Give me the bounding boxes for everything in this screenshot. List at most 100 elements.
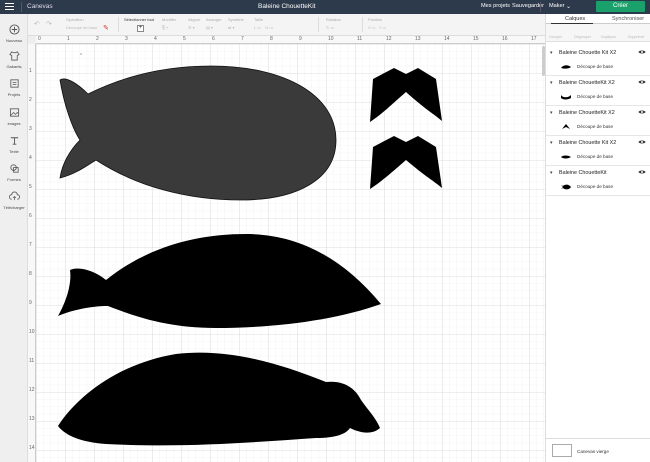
sidebar-item-text[interactable]: Texte [0, 135, 28, 154]
divider [118, 17, 119, 32]
marker-dot [80, 53, 82, 55]
sidebar-item-upload[interactable]: Télécharger [0, 191, 28, 210]
layer-thumbnail [561, 184, 571, 190]
sidebar-item-templates[interactable]: Gabarits [0, 50, 28, 69]
blank-canvas-swatch[interactable] [552, 444, 572, 457]
chevron-down-icon[interactable]: ▾ [550, 80, 553, 86]
chevron-down-icon[interactable]: ▾ [550, 50, 553, 56]
undo-icon[interactable]: ↶ [34, 20, 40, 28]
ruler-tick-label: 2 [96, 36, 99, 42]
tab-layers[interactable]: Calques [565, 16, 585, 22]
layer-operation: Découpe de base [577, 154, 614, 159]
sidebar-item-label: Formes [7, 177, 21, 182]
shapes-icon [9, 164, 19, 173]
layer-item[interactable]: ▾ Baleine Chouette Kit X2 Découpe de bas… [546, 47, 650, 76]
ruler-tick-label: 3 [125, 36, 128, 42]
ruler-corner [28, 36, 36, 44]
operation-label: Opération [66, 17, 84, 22]
align-icon[interactable]: ☰ ▾ [188, 25, 200, 30]
tab-sync[interactable]: Synchroniser [612, 16, 644, 22]
sidebar-item-new[interactable]: Nouveau [0, 24, 28, 43]
layer-thumbnail [561, 95, 571, 100]
layer-item[interactable]: ▾ Baleine Chouette Kit X2 Découpe de bas… [546, 137, 650, 166]
ruler-tick-label: 13 [415, 36, 421, 42]
ruler-tick-label: 16 [502, 36, 508, 42]
ruler-tick-label: 14 [444, 36, 450, 42]
operation-select[interactable]: Découpe de base [66, 25, 97, 30]
ruler-tick-label: 6 [29, 213, 32, 219]
edit-icon[interactable]: ⎘ ▾ [162, 25, 176, 30]
ruler-tick-label: 4 [154, 36, 157, 42]
layer-name: Baleine ChouetteKit X2 [559, 110, 615, 116]
ungroup-button[interactable]: Dégrouper [574, 35, 591, 39]
eye-icon[interactable] [638, 109, 646, 115]
ruler-tick-label: 4 [29, 155, 32, 161]
eye-icon[interactable] [638, 139, 646, 145]
position-group: Position X ▭ Y ▭ [368, 17, 386, 30]
ruler-tick-label: 5 [183, 36, 186, 42]
upload-icon [8, 191, 20, 201]
flip-group: Symétrie ⇄ ▾ [228, 17, 244, 30]
divider [546, 438, 650, 439]
machine-selector[interactable]: Maker [549, 3, 565, 9]
make-it-button[interactable]: Créer [596, 1, 645, 12]
ruler-horizontal: 0 1 2 3 4 5 6 7 8 9 10 11 12 13 14 15 16 17 [36, 36, 545, 44]
ruler-tick-label: 9 [29, 300, 32, 306]
select-all-button[interactable]: + [137, 25, 144, 32]
chevron-down-icon[interactable]: ⌄ [566, 3, 571, 10]
ruler-tick-label: 5 [29, 184, 32, 190]
arrange-icon[interactable]: ▤ ▾ [206, 25, 222, 30]
sidebar-item-label: Télécharger [3, 205, 25, 210]
eye-icon[interactable] [638, 169, 646, 175]
eye-icon[interactable] [638, 49, 646, 55]
layer-item[interactable]: ▾ Baleine ChouetteKit X2 Découpe de base [546, 77, 650, 106]
design-canvas[interactable]: 0 1 2 3 4 5 6 7 8 9 10 11 12 13 14 15 16 17 1 2 3 4 5 6 7 8 9 10 11… [28, 36, 545, 462]
select-all-group: Sélectionner tout + [124, 17, 154, 32]
edit-group: Modifier ⎘ ▾ [162, 17, 176, 30]
app-title: Canevas [27, 3, 53, 10]
my-projects-link[interactable]: Mes projets [481, 3, 510, 9]
ruler-tick-label: 10 [29, 329, 35, 335]
ruler-vertical: 1 2 3 4 5 6 7 8 9 10 11 12 13 14 [28, 44, 36, 462]
ruler-tick-label: 9 [299, 36, 302, 42]
size-fields[interactable]: L ▭ H ▭ [254, 25, 273, 30]
shirt-icon [8, 51, 20, 61]
ruler-tick-label: 1 [67, 36, 70, 42]
position-fields[interactable]: X ▭ Y ▭ [368, 25, 386, 30]
rotate-label: Rotation [326, 17, 341, 22]
canvas-grid [36, 44, 545, 462]
delete-button[interactable]: Supprimer [628, 35, 645, 39]
hamburger-menu-icon[interactable] [5, 3, 14, 11]
layer-name: Baleine ChouetteKit [559, 170, 607, 176]
group-button[interactable]: Grouper [549, 35, 562, 39]
ruler-tick-label: 13 [29, 416, 35, 422]
divider [540, 2, 541, 12]
chevron-down-icon[interactable]: ▾ [550, 170, 553, 176]
align-group: Aligner ☰ ▾ [188, 17, 200, 30]
chevron-down-icon[interactable]: ▾ [550, 110, 553, 116]
sidebar-item-images[interactable]: Images [0, 107, 28, 126]
redo-icon[interactable]: ↷ [46, 20, 52, 28]
flip-icon[interactable]: ⇄ ▾ [228, 25, 244, 30]
panel-tabs: Calques Synchroniser [546, 14, 650, 24]
sidebar-item-projects[interactable]: Projets [0, 78, 28, 97]
size-group: Taille L ▭ H ▭ [254, 17, 273, 30]
layer-name: Baleine ChouetteKit X2 [559, 80, 615, 86]
sidebar-item-shapes[interactable]: Formes [0, 163, 28, 182]
duplicate-button[interactable]: Dupliquer [601, 35, 616, 39]
layer-thumbnail [561, 65, 571, 69]
layer-item[interactable]: ▾ Baleine ChouetteKit Découpe de base [546, 167, 650, 196]
rotate-group: Rotation ↻ ▭ [326, 17, 341, 30]
divider [362, 17, 363, 32]
rotate-field[interactable]: ↻ ▭ [326, 25, 341, 30]
ruler-tick-label: 7 [241, 36, 244, 42]
project-title: Baleine ChouetteKit [258, 3, 316, 10]
divider [318, 17, 319, 32]
chevron-down-icon[interactable]: ▾ [550, 140, 553, 146]
ruler-tick-label: 11 [29, 358, 35, 364]
ruler-tick-label: 10 [328, 36, 334, 42]
pencil-icon[interactable]: ✎ [103, 24, 109, 32]
eye-icon[interactable] [638, 79, 646, 85]
layer-item[interactable]: ▾ Baleine ChouetteKit X2 Découpe de base [546, 107, 650, 136]
text-icon [10, 137, 18, 145]
